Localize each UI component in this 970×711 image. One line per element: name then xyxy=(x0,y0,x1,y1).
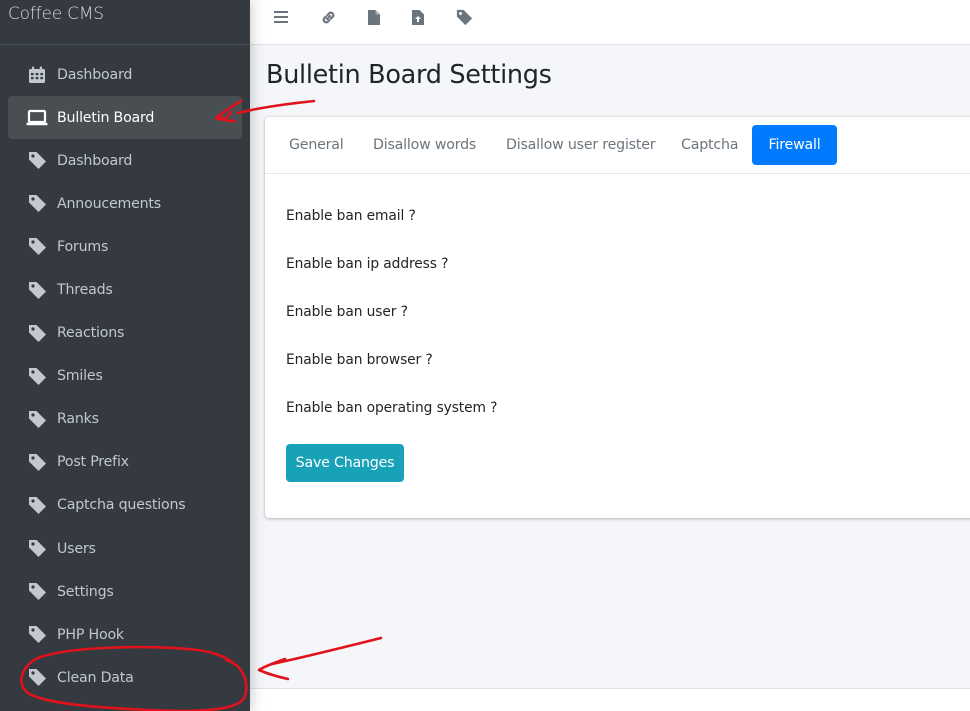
tab-disallow-words[interactable]: Disallow words xyxy=(357,125,492,165)
sidebar-item-label: Users xyxy=(57,540,96,557)
ban-os-label: Enable ban operating system ? xyxy=(286,400,498,416)
sidebar-item-label: Smiles xyxy=(57,368,103,385)
ban-ip-label: Enable ban ip address ? xyxy=(286,256,449,272)
sidebar-item-label: Forums xyxy=(57,238,109,255)
ban-email-label: Enable ban email ? xyxy=(286,208,416,224)
sidebar-item-dashboard-forum[interactable]: Dashboard xyxy=(8,139,242,182)
tag-icon xyxy=(26,280,48,300)
brand-link[interactable]: Coffee CMS xyxy=(0,0,250,45)
laptop-icon xyxy=(26,108,48,128)
sidebar-item-ranks[interactable]: Ranks xyxy=(8,398,242,441)
tag-icon xyxy=(26,668,48,688)
sidebar-item-label: Threads xyxy=(57,282,113,299)
tag-icon xyxy=(26,409,48,429)
arrow-stroke-2 xyxy=(270,636,383,666)
sidebar-item-threads[interactable]: Threads xyxy=(8,268,242,311)
sidebar-item-label: Annoucements xyxy=(57,195,161,212)
tab-disallow-user-register[interactable]: Disallow user register xyxy=(490,125,671,165)
sidebar-item-label: Clean Data xyxy=(57,669,134,686)
sidebar-item-dashboard[interactable]: Dashboard xyxy=(8,53,242,96)
sidebar-item-label: Dashboard xyxy=(57,66,133,83)
file-upload-icon[interactable] xyxy=(407,6,429,28)
tag-icon[interactable] xyxy=(453,6,475,28)
tag-icon xyxy=(26,625,48,645)
save-changes-button[interactable]: Save Changes xyxy=(286,444,404,482)
tab-firewall[interactable]: Firewall xyxy=(752,125,837,165)
tag-icon xyxy=(26,323,48,343)
sidebar-item-settings[interactable]: Settings xyxy=(8,570,242,613)
file-icon[interactable] xyxy=(363,6,385,28)
sidebar-item-label: Bulletin Board xyxy=(57,109,155,126)
tag-icon xyxy=(26,452,48,472)
sidebar-item-bulletin-board[interactable]: Bulletin Board xyxy=(8,96,242,140)
arrow-head-2 xyxy=(257,657,290,681)
calendar-icon xyxy=(26,65,48,85)
sidebar-item-users[interactable]: Users xyxy=(8,527,242,570)
tag-icon xyxy=(26,582,48,602)
menu-icon[interactable] xyxy=(270,6,292,28)
link-icon[interactable] xyxy=(317,6,339,28)
sidebar-item-smiles[interactable]: Smiles xyxy=(8,355,242,398)
footer xyxy=(250,688,970,711)
settings-tabs: General Disallow words Disallow user reg… xyxy=(265,117,970,174)
sidebar-item-label: Reactions xyxy=(57,325,125,342)
sidebar-item-label: Ranks xyxy=(57,411,99,428)
sidebar-item-post-prefix[interactable]: Post Prefix xyxy=(8,441,242,484)
tag-icon xyxy=(26,151,48,171)
sidebar-item-label: Dashboard xyxy=(57,152,133,169)
sidebar-item-clean-data[interactable]: Clean Data xyxy=(8,656,242,699)
sidebar-item-reactions[interactable]: Reactions xyxy=(8,312,242,355)
sidebar-item-annoucements[interactable]: Annoucements xyxy=(8,182,242,225)
tag-icon xyxy=(26,237,48,257)
tag-icon xyxy=(26,539,48,559)
sidebar-item-label: Post Prefix xyxy=(57,454,129,471)
sidebar: Coffee CMS Dashboard Bulletin Board Dash… xyxy=(0,0,250,711)
sidebar-item-label: Captcha questions xyxy=(57,497,186,514)
ban-browser-label: Enable ban browser ? xyxy=(286,352,433,368)
settings-card: General Disallow words Disallow user reg… xyxy=(265,117,970,518)
sidebar-item-captcha-questions[interactable]: Captcha questions xyxy=(8,484,242,527)
sidebar-item-forums[interactable]: Forums xyxy=(8,225,242,268)
tab-general[interactable]: General xyxy=(273,125,360,165)
top-navbar xyxy=(250,0,970,45)
brand-title: Coffee CMS xyxy=(8,4,104,24)
ban-user-label: Enable ban user ? xyxy=(286,304,408,320)
sidebar-nav: Dashboard Bulletin Board Dashboard Annou… xyxy=(0,45,250,699)
sidebar-item-label: Settings xyxy=(57,583,114,600)
sidebar-item-label: PHP Hook xyxy=(57,626,124,643)
page-title: Bulletin Board Settings xyxy=(266,60,552,90)
tag-icon xyxy=(26,194,48,214)
tab-captcha[interactable]: Captcha xyxy=(665,125,754,165)
tag-icon xyxy=(26,495,48,515)
sidebar-item-php-hook[interactable]: PHP Hook xyxy=(8,613,242,656)
tag-icon xyxy=(26,366,48,386)
